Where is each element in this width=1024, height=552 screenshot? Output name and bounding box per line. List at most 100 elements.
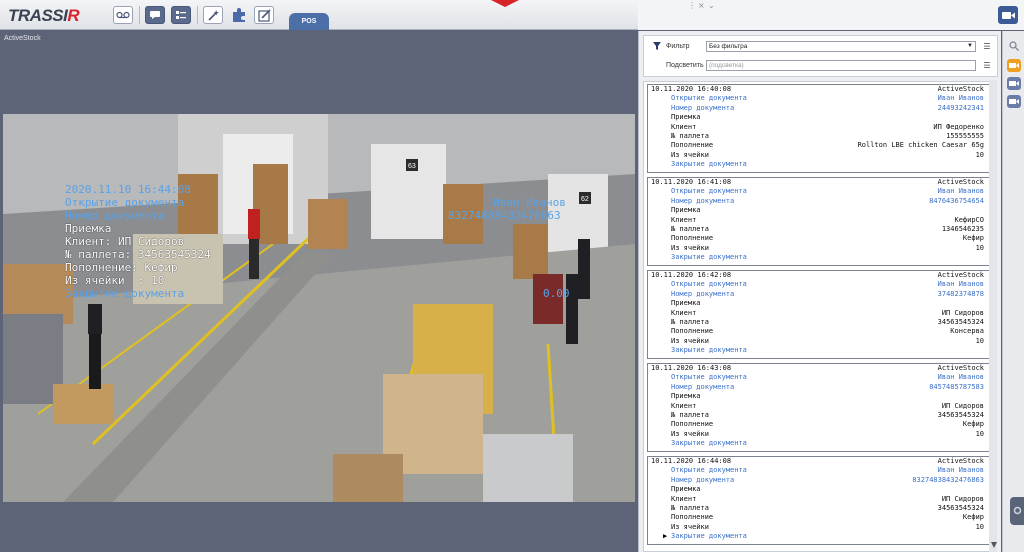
highlight-settings-button[interactable]: ☰ xyxy=(981,61,993,71)
event-open-doc[interactable]: Открытие документа xyxy=(671,94,747,103)
filter-icon xyxy=(653,42,661,50)
event-user[interactable]: Иван Иванов xyxy=(938,280,984,289)
event-card[interactable]: 10.11.2020 16:41:08 ActiveStock Открытие д… xyxy=(647,177,990,266)
event-pallet-label: № паллета xyxy=(671,503,709,512)
chat-icon xyxy=(150,11,160,19)
camera-button[interactable] xyxy=(1007,95,1021,108)
event-card[interactable]: 10.11.2020 16:42:08 ActiveStock Открытие д… xyxy=(647,270,990,359)
filter-settings-button[interactable]: ☰ xyxy=(981,42,993,52)
event-row: Приемка xyxy=(648,206,989,215)
camera-feed[interactable]: 63 62 2020.11.10 16:44:08 Открытие докум… xyxy=(3,114,635,502)
event-row: Номер документа 37482374878 xyxy=(648,290,989,299)
event-doc-number-label[interactable]: Номер документа xyxy=(671,290,734,299)
event-close-doc[interactable]: Закрытие документа xyxy=(671,346,747,355)
list-icon xyxy=(176,11,186,19)
event-user[interactable]: Иван Иванов xyxy=(938,466,984,475)
event-pallet-label: № паллета xyxy=(671,224,709,233)
dropdown-arrow-icon: ▼ xyxy=(967,43,973,49)
event-row: 10.11.2020 16:44:08 ActiveStock xyxy=(648,457,989,466)
overlay-doc-number: Номер документа xyxy=(65,209,165,222)
event-time: 10.11.2020 16:43:08 xyxy=(651,364,732,372)
event-user[interactable]: Иван Иванов xyxy=(938,187,984,196)
event-row: Открытие документа Иван Иванов xyxy=(648,94,989,103)
camera-view-button[interactable] xyxy=(998,6,1018,24)
event-doc-number[interactable]: 8457485787583 xyxy=(929,383,984,392)
event-user[interactable]: Иван Иванов xyxy=(938,94,984,103)
event-open-doc[interactable]: Открытие документа xyxy=(671,280,747,289)
video-camera-icon xyxy=(1001,11,1015,19)
video-camera-icon xyxy=(1009,99,1019,104)
event-row: Из ячейки 10 xyxy=(648,430,989,439)
dock-label: 63 xyxy=(408,163,416,170)
sidebar-handle[interactable] xyxy=(1010,497,1024,525)
event-cell: 10 xyxy=(975,429,984,438)
overlay-user-name: Иван Иванов xyxy=(493,196,566,209)
event-doc-number[interactable]: 37482374878 xyxy=(938,290,984,299)
event-doc-number-label[interactable]: Номер документа xyxy=(671,476,734,485)
event-row: 10.11.2020 16:41:08 ActiveStock xyxy=(648,178,989,187)
event-open-doc[interactable]: Открытие документа xyxy=(671,373,747,382)
event-open-doc[interactable]: Открытие документа xyxy=(671,187,747,196)
event-row: Номер документа 8476436754654 xyxy=(648,197,989,206)
chat-button[interactable] xyxy=(145,6,165,24)
event-row: Приемка xyxy=(648,485,989,494)
event-close-doc[interactable]: Закрытие документа xyxy=(671,532,747,541)
grip-icon[interactable]: ⋮ xyxy=(688,2,696,10)
plugins-button[interactable] xyxy=(229,6,249,24)
search-button[interactable] xyxy=(1007,39,1021,52)
close-icon[interactable]: × xyxy=(698,2,705,10)
voicemail-button[interactable] xyxy=(113,6,133,24)
camera-button-active[interactable] xyxy=(1007,59,1021,72)
event-pallet-label: № паллета xyxy=(671,317,709,326)
chevron-down-icon[interactable]: ⌄ xyxy=(708,2,715,10)
voicemail-icon xyxy=(116,11,130,19)
highlight-input[interactable]: (подсветка) xyxy=(706,60,976,71)
camera-button[interactable] xyxy=(1007,77,1021,90)
event-row: Из ячейки 10 xyxy=(648,244,989,253)
event-client-label: Клиент xyxy=(671,308,697,317)
event-open-doc[interactable]: Открытие документа xyxy=(671,466,747,475)
event-card[interactable]: 10.11.2020 16:40:08 ActiveStock Открытие д… xyxy=(647,84,990,173)
event-doc-number-label[interactable]: Номер документа xyxy=(671,197,734,206)
overlay-client: Клиент: ИП Сидоров xyxy=(65,235,185,248)
event-pallet: 34563545324 xyxy=(937,317,984,326)
current-event-marker-icon: ▶ xyxy=(663,532,668,541)
event-replenish: Консерва xyxy=(950,327,984,336)
video-camera-icon xyxy=(1009,81,1019,86)
filter-select[interactable]: Без фильтра ▼ xyxy=(706,41,976,52)
event-cell-label: Из ячейки xyxy=(671,150,709,159)
event-replenish-label: Пополнение xyxy=(671,327,714,336)
event-row: Пополнение Консерва xyxy=(648,327,989,336)
overlay-from-cell: Из ячейки : 10 xyxy=(65,274,165,287)
trassir-logo: TRASSIR xyxy=(8,6,80,25)
event-list-scrollbar[interactable] xyxy=(989,80,997,552)
event-type: Приемка xyxy=(671,299,701,308)
event-close-doc[interactable]: Закрытие документа xyxy=(671,160,747,169)
edit-button[interactable] xyxy=(254,6,274,24)
list-button[interactable] xyxy=(171,6,191,24)
event-doc-number-label[interactable]: Номер документа xyxy=(671,104,734,113)
event-doc-number-label[interactable]: Номер документа xyxy=(671,383,734,392)
event-close-doc[interactable]: Закрытие документа xyxy=(671,253,747,262)
event-row: Закрытие документа xyxy=(648,346,989,355)
overlay-receive: Приемка xyxy=(65,222,112,235)
right-sidebar xyxy=(1002,31,1024,552)
event-doc-number[interactable]: 8476436754654 xyxy=(929,197,984,206)
tab-pos[interactable]: POS xyxy=(289,13,329,30)
event-row: Закрытие документа xyxy=(648,439,989,448)
event-doc-number[interactable]: 83274838432476863 xyxy=(912,476,984,485)
magic-wand-icon xyxy=(208,10,219,21)
event-pallet-label: № паллета xyxy=(671,410,709,419)
overlay-user-number: 8327483843247686З xyxy=(448,209,561,222)
event-card[interactable]: 10.11.2020 16:44:08 ActiveStock Открытие д… xyxy=(647,456,990,545)
magic-wand-button[interactable] xyxy=(203,6,223,24)
event-user[interactable]: Иван Иванов xyxy=(938,373,984,382)
event-pallet: 34563545324 xyxy=(937,410,984,419)
toolbar-separator xyxy=(197,6,198,24)
event-row: Клиент ИП Сидоров xyxy=(648,495,989,504)
video-pane: ActiveStock 63 62 2020.11.10 16:44:08 От… xyxy=(0,31,637,552)
event-doc-number[interactable]: 24493242341 xyxy=(938,104,984,113)
event-card[interactable]: 10.11.2020 16:43:08 ActiveStock Открытие д… xyxy=(647,363,990,452)
event-close-doc[interactable]: Закрытие документа xyxy=(671,439,747,448)
event-replenish: Rollton LBE chicken Caesar 65g xyxy=(857,141,984,150)
